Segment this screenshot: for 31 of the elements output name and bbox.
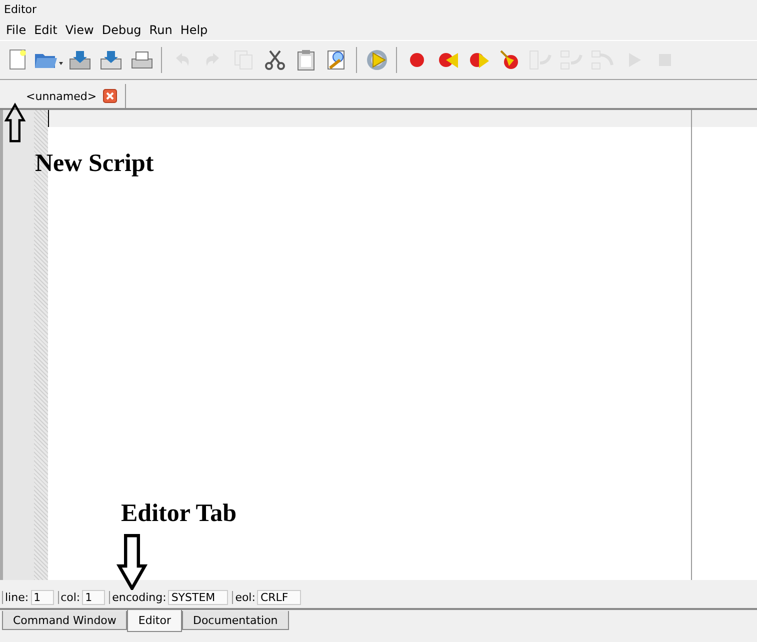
gear-play-icon [364, 48, 388, 72]
status-label: eol: [232, 590, 256, 604]
bottom-tab[interactable]: Editor [127, 610, 182, 632]
down-arrow [114, 534, 150, 590]
menu-item[interactable]: Debug [98, 23, 146, 37]
bottom-tab[interactable]: Documentation [182, 611, 289, 630]
clipboard-icon [294, 49, 316, 71]
status-value: 1 [30, 590, 54, 604]
status-label: encoding: [109, 590, 166, 604]
status-label: line: [2, 590, 29, 604]
menu-item[interactable]: Help [176, 23, 212, 37]
annotation-text: New Script [35, 150, 154, 178]
save-icon [68, 49, 92, 71]
status-value: CRLF [257, 590, 302, 604]
find-replace-icon [326, 49, 348, 71]
menu-item[interactable]: View [61, 23, 98, 37]
menu-item[interactable]: Run [145, 23, 176, 37]
new-file-icon [8, 49, 28, 71]
status-label: col: [58, 590, 80, 604]
status-value: 1 [82, 590, 106, 604]
tab-label: <unnamed> [26, 90, 97, 102]
annotation-text: Editor Tab [121, 500, 237, 528]
status-value: SYSTEM [168, 590, 228, 604]
close-icon[interactable] [102, 89, 117, 103]
scissors-icon [264, 49, 286, 71]
menu-item[interactable]: Edit [30, 23, 62, 37]
printer-icon [130, 49, 154, 71]
window-title: Editor [3, 2, 38, 18]
save-as-icon [98, 49, 122, 71]
menu-item[interactable]: File [2, 23, 30, 37]
bottom-tab[interactable]: Command Window [2, 611, 128, 630]
